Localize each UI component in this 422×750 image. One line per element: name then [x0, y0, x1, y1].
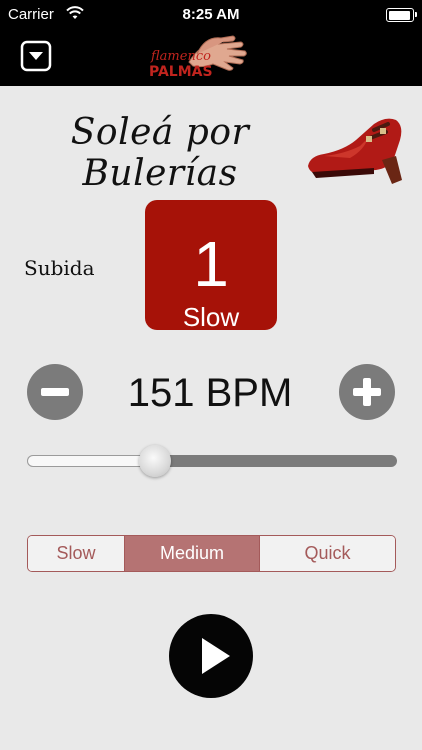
beat-counter: 1 Slow [145, 200, 277, 332]
tempo-slider[interactable] [27, 445, 397, 477]
battery-icon [386, 8, 417, 22]
section-label: Subida [24, 256, 95, 280]
status-bar: Carrier 8:25 AM [0, 0, 422, 30]
speed-segmented-control: Slow Medium Quick [27, 535, 396, 572]
slider-fill [27, 455, 155, 467]
dropdown-menu-icon[interactable] [20, 40, 52, 72]
play-icon[interactable] [169, 614, 253, 698]
app-screen: Carrier 8:25 AM flamenco PALMAS Soleá po… [0, 0, 422, 750]
nav-bar: flamenco PALMAS [0, 30, 422, 86]
segment-quick[interactable]: Quick [260, 536, 395, 571]
segment-slow[interactable]: Slow [28, 536, 125, 571]
logo-text-palmas: PALMAS [149, 64, 213, 80]
beat-count: 1 [193, 228, 229, 300]
logo-text-flamenco: flamenco [150, 49, 211, 64]
segment-medium[interactable]: Medium [125, 536, 260, 571]
flamenco-palmas-logo: flamenco PALMAS [145, 32, 253, 84]
plus-circle-icon[interactable] [339, 364, 395, 420]
minus-circle-icon[interactable] [27, 364, 83, 420]
battery-level [388, 10, 410, 20]
slider-thumb[interactable] [138, 445, 171, 477]
status-time: 8:25 AM [182, 6, 240, 23]
palo-title: Soleá por Bulerías [70, 112, 250, 194]
bpm-display: 151 BPM [127, 371, 293, 415]
speed-label: Slow [182, 302, 240, 332]
flamenco-shoe-image [304, 110, 410, 188]
